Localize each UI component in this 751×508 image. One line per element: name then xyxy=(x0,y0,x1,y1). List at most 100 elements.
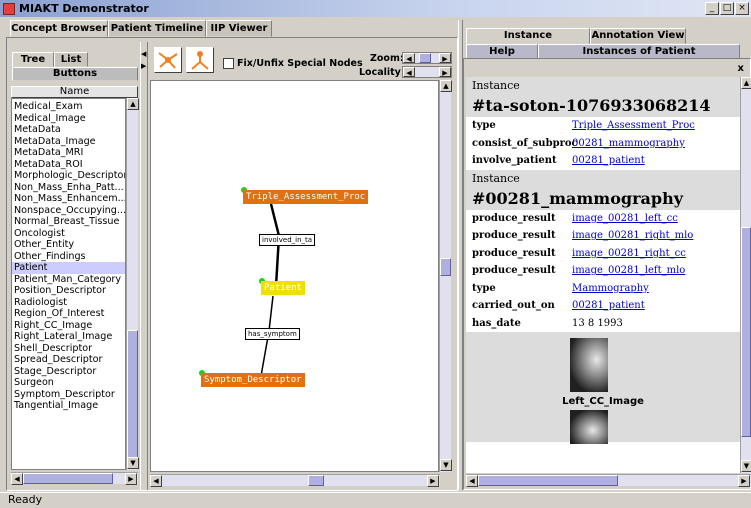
list-item[interactable]: Non_Mass_Enhancem... xyxy=(12,193,125,205)
tab-list[interactable]: List xyxy=(54,52,88,67)
property-value-link[interactable]: Mammography xyxy=(572,283,649,294)
scroll-down-icon[interactable]: ▼ xyxy=(741,460,751,472)
property-value-link[interactable]: image_00281_left_mlo xyxy=(572,265,685,276)
locality-left-icon[interactable]: ◀ xyxy=(403,67,415,77)
list-item[interactable]: Medical_Image xyxy=(12,113,125,125)
image-caption: Left_CC_Image xyxy=(562,396,644,407)
zoom-left-icon[interactable]: ◀ xyxy=(403,53,415,63)
list-item[interactable]: Spread_Descriptor xyxy=(12,354,125,366)
list-horizontal-scrollbar[interactable]: ◀ ▶ xyxy=(11,472,138,485)
tab-concept-browser[interactable]: Concept Browser xyxy=(10,20,108,37)
layout-tree-button[interactable] xyxy=(186,47,214,73)
list-item[interactable]: Shell_Descriptor xyxy=(12,343,125,355)
tab-help[interactable]: Help xyxy=(466,44,538,59)
scroll-down-icon[interactable]: ▼ xyxy=(127,457,139,469)
list-item[interactable]: MetaData xyxy=(12,124,125,136)
tab-instances-of-patient[interactable]: Instances of Patient xyxy=(538,44,740,59)
list-hscroll-thumb[interactable] xyxy=(23,473,113,484)
zoom-slider[interactable]: ◀ ▶ xyxy=(402,52,452,64)
layout-radial-button[interactable] xyxy=(154,47,182,73)
graph-edge-label-involved[interactable]: involved_in_ta xyxy=(259,234,316,246)
list-item[interactable]: Right_CC_Image xyxy=(12,320,125,332)
property-value-link[interactable]: 00281_mammography xyxy=(572,138,685,149)
tab-patient-timeline[interactable]: Patient Timeline xyxy=(108,20,206,37)
canvas-vscroll-thumb[interactable] xyxy=(440,258,451,276)
scroll-up-icon[interactable]: ▲ xyxy=(127,98,139,110)
list-item[interactable]: Region_Of_Interest xyxy=(12,308,125,320)
detail-hscroll-thumb[interactable] xyxy=(478,475,618,486)
list-item[interactable]: Oncologist xyxy=(12,228,125,240)
list-item[interactable]: MetaData_MRI xyxy=(12,147,125,159)
splitter-right-arrow-icon[interactable]: ▶ xyxy=(141,62,146,70)
scroll-down-icon[interactable]: ▼ xyxy=(440,459,452,471)
maximize-button[interactable]: □ xyxy=(720,2,734,15)
list-item[interactable]: Other_Findings xyxy=(12,251,125,263)
list-item[interactable]: Normal_Breast_Tissue xyxy=(12,216,125,228)
tab-buttons[interactable]: Buttons xyxy=(12,67,138,81)
scroll-right-icon[interactable]: ▶ xyxy=(738,475,750,487)
next-image-thumbnail[interactable] xyxy=(570,410,608,444)
locality-slider[interactable]: ◀ ▶ xyxy=(402,66,452,78)
property-value-link[interactable]: image_00281_left_cc xyxy=(572,213,678,224)
locality-right-icon[interactable]: ▶ xyxy=(439,67,451,77)
list-item[interactable]: Radiologist xyxy=(12,297,125,309)
list-item[interactable]: Patient_Man_Category xyxy=(12,274,125,286)
property-value-link[interactable]: image_00281_right_mlo xyxy=(572,230,693,241)
list-item[interactable]: Medical_Exam xyxy=(12,101,125,113)
scroll-up-icon[interactable]: ▲ xyxy=(741,77,751,89)
close-detail-icon[interactable]: x xyxy=(738,63,744,74)
minimize-button[interactable]: _ xyxy=(705,2,719,15)
splitter-left-arrow-icon[interactable]: ◀ xyxy=(141,50,146,58)
list-scroll-thumb[interactable] xyxy=(127,330,138,458)
image-preview-area: Left_CC_Image xyxy=(466,332,740,444)
zoom-thumb[interactable] xyxy=(419,53,431,63)
property-value-link[interactable]: Triple_Assessment_Proc xyxy=(572,120,695,131)
graph-canvas[interactable]: Triple_Assessment_Proc involved_in_ta Pa… xyxy=(150,80,439,472)
left-cc-image-thumbnail[interactable] xyxy=(570,338,608,392)
concept-list[interactable]: Medical_Exam Medical_Image MetaData MetaDat… xyxy=(11,98,126,470)
list-item[interactable]: MetaData_ROI xyxy=(12,159,125,171)
list-item[interactable]: MetaData_Image xyxy=(12,136,125,148)
list-item[interactable]: Non_Mass_Enha_Patt... xyxy=(12,182,125,194)
fix-unfix-checkbox[interactable] xyxy=(223,58,234,69)
tab-instance[interactable]: Instance 00281_patient xyxy=(466,28,590,55)
tab-tree[interactable]: Tree xyxy=(12,52,54,67)
close-button[interactable]: × xyxy=(735,2,749,15)
scroll-left-icon[interactable]: ◀ xyxy=(466,475,478,487)
canvas-hscroll-thumb[interactable] xyxy=(308,475,324,486)
locality-label: Locality: xyxy=(359,67,405,78)
list-item[interactable]: Symptom_Descriptor xyxy=(12,389,125,401)
scroll-left-icon[interactable]: ◀ xyxy=(150,475,162,487)
graph-edge-label-symptom[interactable]: has_symptom xyxy=(245,328,300,340)
scroll-up-icon[interactable]: ▲ xyxy=(440,80,452,92)
graph-node-triple-assessment[interactable]: Triple_Assessment_Proc xyxy=(243,190,369,204)
list-item[interactable]: Position_Descriptor xyxy=(12,285,125,297)
list-column-header[interactable]: Name xyxy=(11,86,138,98)
list-item[interactable]: Nonspace_Occupying... xyxy=(12,205,125,217)
scroll-left-icon[interactable]: ◀ xyxy=(11,473,23,485)
list-item[interactable]: Other_Entity xyxy=(12,239,125,251)
list-item[interactable]: Patient xyxy=(12,262,125,274)
graph-node-symptom-descriptor[interactable]: Symptom_Descriptor xyxy=(201,373,305,387)
list-vertical-scrollbar[interactable]: ▲ ▼ xyxy=(126,98,139,470)
scroll-right-icon[interactable]: ▶ xyxy=(427,475,439,487)
canvas-horizontal-scrollbar[interactable]: ◀ ▶ xyxy=(150,474,440,487)
list-item[interactable]: Right_Lateral_Image xyxy=(12,331,125,343)
detail-vertical-scrollbar[interactable]: ▲ ▼ xyxy=(740,77,751,473)
detail-vscroll-thumb[interactable] xyxy=(741,227,751,437)
list-item[interactable]: Stage_Descriptor xyxy=(12,366,125,378)
graph-node-patient[interactable]: Patient xyxy=(261,281,305,295)
list-item[interactable]: Morphologic_Descriptor xyxy=(12,170,125,182)
list-item[interactable]: Surgeon xyxy=(12,377,125,389)
tab-annotation-view[interactable]: Annotation View xyxy=(590,28,686,44)
property-value-link[interactable]: 00281_patient xyxy=(572,300,645,311)
splitter-left[interactable]: ◀ ▶ xyxy=(140,42,148,490)
property-value-link[interactable]: 00281_patient xyxy=(572,155,645,166)
detail-horizontal-scrollbar[interactable]: ◀ ▶ xyxy=(466,474,751,487)
canvas-vertical-scrollbar[interactable]: ▲ ▼ xyxy=(439,80,452,472)
tab-iip-viewer[interactable]: IIP Viewer xyxy=(206,20,272,37)
zoom-right-icon[interactable]: ▶ xyxy=(439,53,451,63)
property-value-link[interactable]: image_00281_right_cc xyxy=(572,248,686,259)
list-item[interactable]: Tangential_Image xyxy=(12,400,125,412)
scroll-right-icon[interactable]: ▶ xyxy=(125,473,137,485)
